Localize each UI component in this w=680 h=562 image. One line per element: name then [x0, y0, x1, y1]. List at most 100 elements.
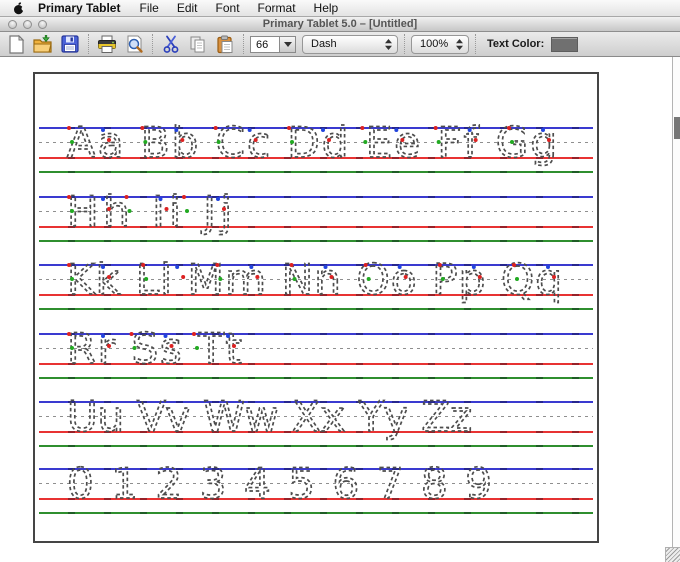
stroke-order-marker [249, 265, 253, 269]
window-title: Primary Tablet 5.0 – [Untitled] [0, 17, 680, 32]
stroke-order-marker [125, 195, 129, 199]
toolbar-separator [243, 34, 244, 54]
menu-font[interactable]: Font [207, 0, 249, 17]
menu-bar: Primary Tablet File Edit Font Format Hel… [0, 0, 680, 17]
stroke-order-marker [404, 275, 408, 279]
stroke-order-marker [248, 128, 252, 132]
paste-button[interactable] [213, 33, 237, 55]
stroke-order-marker [107, 138, 111, 142]
menu-app-name[interactable]: Primary Tablet [28, 0, 130, 17]
writing-sheet[interactable]: Aa Bb Cc Dd Ee Ff Gg Hh Ii JjKk Ll Mm Nn … [33, 72, 599, 543]
stroke-order-marker [67, 263, 71, 267]
stroke-order-marker [185, 209, 189, 213]
print-icon [97, 35, 117, 54]
toolbar-separator [404, 34, 405, 54]
menu-format[interactable]: Format [249, 0, 305, 17]
stroke-order-marker [214, 126, 218, 130]
line-style-popup[interactable]: Dash [302, 35, 398, 54]
stroke-order-marker [547, 138, 551, 142]
stroke-order-marker [510, 140, 514, 144]
stroke-order-marker [546, 265, 550, 269]
stroke-order-marker [254, 138, 258, 142]
stepper-arrows-icon [384, 38, 393, 51]
stroke-order-marker [67, 126, 71, 130]
apple-menu[interactable] [10, 1, 28, 15]
stroke-order-marker [552, 275, 556, 279]
copy-button[interactable] [186, 33, 210, 55]
stroke-order-marker [400, 138, 404, 142]
print-button[interactable] [95, 33, 119, 55]
preview-magnifier-icon [125, 35, 144, 54]
stroke-order-marker [360, 126, 364, 130]
stroke-order-marker [192, 332, 196, 336]
svg-text:Kk Ll Mm Nn Oo Pp Qq: Kk Ll Mm Nn Oo Pp Qq [67, 255, 562, 304]
trace-letters: Aa Bb Cc Dd Ee Ff Gg [37, 127, 599, 185]
stroke-order-marker [330, 275, 334, 279]
stroke-order-marker [255, 275, 259, 279]
cut-scissors-icon [162, 35, 180, 54]
toolbar-separator [475, 34, 476, 54]
writing-row: 0 1 2 3 4 5 6 7 8 9 [37, 468, 595, 526]
open-button[interactable] [31, 33, 55, 55]
stroke-order-marker [515, 277, 519, 281]
menu-help[interactable]: Help [305, 0, 348, 17]
save-floppy-icon [61, 35, 79, 53]
menu-file[interactable]: File [130, 0, 167, 17]
stroke-order-marker [437, 140, 441, 144]
stroke-order-marker [70, 346, 74, 350]
stroke-order-marker [290, 263, 294, 267]
text-color-swatch[interactable] [551, 37, 578, 52]
menu-edit[interactable]: Edit [168, 0, 207, 17]
preview-button[interactable] [122, 33, 146, 55]
writing-row: Uu Vv Ww Xx Yy Zz [37, 401, 595, 459]
stroke-order-marker [70, 140, 74, 144]
cut-button[interactable] [159, 33, 183, 55]
stroke-order-marker [327, 138, 331, 142]
writing-row: Hh Ii Jj [37, 196, 595, 254]
stroke-order-marker [434, 126, 438, 130]
font-size-dropdown-button[interactable] [280, 36, 296, 53]
scrollbar-thumb[interactable] [674, 117, 680, 139]
stroke-order-marker [164, 334, 168, 338]
stroke-order-marker [507, 126, 511, 130]
font-size-input[interactable]: 66 [250, 36, 280, 53]
stroke-order-marker [101, 197, 105, 201]
stroke-order-marker [226, 334, 230, 338]
zoom-popup[interactable]: 100% [411, 35, 469, 54]
stroke-order-marker [512, 263, 516, 267]
open-folder-icon [33, 35, 53, 54]
svg-text:0 1 2 3 4 5 6 7 8 9: 0 1 2 3 4 5 6 7 8 9 [67, 459, 492, 508]
stroke-order-marker [107, 344, 111, 348]
toolbar: 66 Dash 100% Text Color: [0, 32, 680, 57]
stroke-order-marker [174, 128, 178, 132]
stroke-order-marker [180, 138, 184, 142]
stroke-order-marker [541, 128, 545, 132]
resize-grip-icon[interactable] [665, 547, 680, 562]
stroke-order-marker [216, 197, 220, 201]
stroke-order-marker [144, 277, 148, 281]
save-button[interactable] [58, 33, 82, 55]
vertical-scrollbar[interactable] [672, 57, 680, 562]
stroke-order-marker [101, 128, 105, 132]
document-area: Aa Bb Cc Dd Ee Ff Gg Hh Ii JjKk Ll Mm Nn … [0, 57, 680, 562]
stroke-order-marker [222, 207, 226, 211]
stroke-order-marker [107, 275, 111, 279]
trace-letters: 0 1 2 3 4 5 6 7 8 9 [37, 468, 599, 526]
stroke-order-marker [182, 195, 186, 199]
writing-row: Rr Ss Tt [37, 333, 595, 391]
title-bar[interactable]: Primary Tablet 5.0 – [Untitled] [0, 17, 680, 32]
stroke-order-marker [130, 332, 134, 336]
font-size-combo: 66 [250, 36, 296, 53]
stroke-order-marker [128, 209, 132, 213]
writing-row: Aa Bb Cc Dd Ee Ff Gg [37, 127, 595, 185]
stroke-order-marker [217, 140, 221, 144]
stroke-order-marker [367, 277, 371, 281]
stepper-arrows-icon [455, 38, 464, 51]
stroke-order-marker [398, 265, 402, 269]
apple-logo-icon [13, 1, 25, 15]
stroke-order-marker [218, 277, 222, 281]
stroke-order-marker [140, 126, 144, 130]
stroke-order-marker [363, 140, 367, 144]
copy-icon [189, 35, 207, 54]
new-document-button[interactable] [4, 33, 28, 55]
